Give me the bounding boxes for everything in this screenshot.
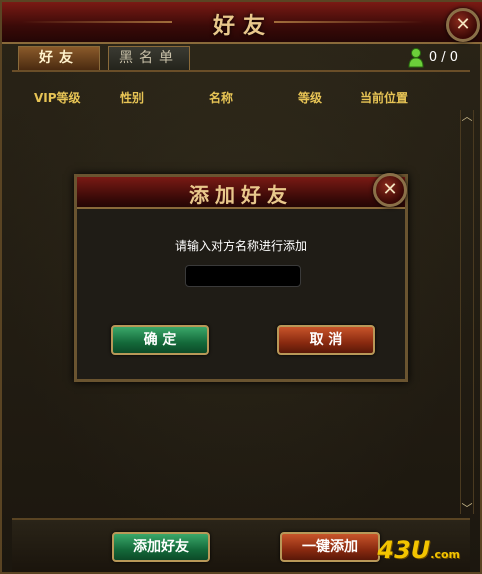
tab-divider — [12, 70, 470, 72]
window-title: 好友 — [212, 13, 273, 39]
dialog-title: 添加好友 — [189, 183, 293, 207]
column-gender: 性别 — [120, 91, 145, 105]
friend-name-input[interactable] — [185, 265, 301, 287]
column-vip-level: VIP等级 — [34, 91, 81, 105]
column-level: 等级 — [298, 91, 323, 105]
column-name: 名称 — [209, 91, 234, 105]
tab-blacklist[interactable]: 黑名单 — [108, 46, 190, 70]
tab-friends[interactable]: 好友 — [18, 46, 100, 70]
site-watermark: 43U.com — [377, 536, 460, 564]
cancel-button[interactable]: 取 消 — [277, 325, 375, 355]
friend-count: 0 / 0 — [428, 50, 458, 65]
add-friend-dialog: 添加好友 请输入对方名称进行添加 确 定 取 消 — [74, 174, 408, 382]
dialog-close-icon[interactable]: ✕ — [373, 173, 407, 207]
one-click-add-button[interactable]: 一键添加 — [280, 532, 380, 562]
column-location: 当前位置 — [360, 91, 409, 105]
scroll-up-icon[interactable]: ︿ — [461, 108, 473, 124]
watermark-suffix: .com — [430, 548, 460, 561]
user-icon — [408, 48, 424, 68]
watermark-main: 43U — [377, 536, 431, 564]
close-icon[interactable]: ✕ — [446, 8, 480, 42]
title-bar: 好友 — [2, 2, 482, 44]
dialog-prompt: 请输入对方名称进行添加 — [174, 239, 307, 253]
confirm-button[interactable]: 确 定 — [111, 325, 209, 355]
dialog-title-bar: 添加好友 — [77, 177, 405, 209]
add-friend-button[interactable]: 添加好友 — [112, 532, 210, 562]
friends-scrollbar[interactable]: ︿ ﹀ — [460, 108, 474, 516]
scroll-down-icon[interactable]: ﹀ — [461, 500, 473, 516]
